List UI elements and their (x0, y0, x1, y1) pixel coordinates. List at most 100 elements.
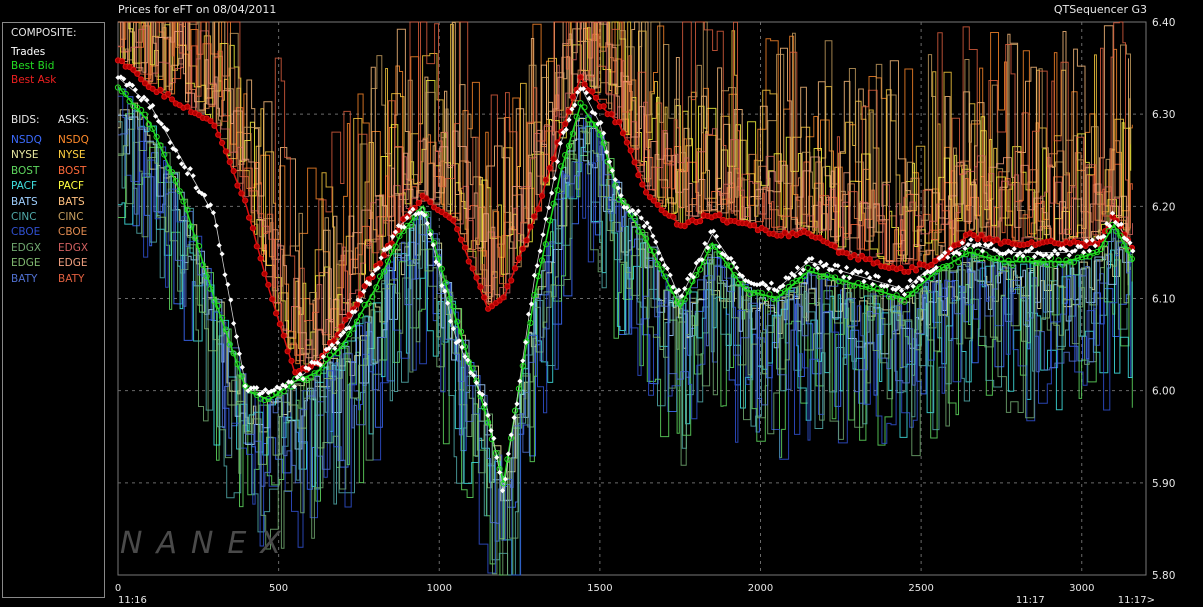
best-ask-point (458, 236, 465, 243)
nanex-watermark: NANEX (120, 526, 295, 561)
best-ask-point (249, 225, 256, 232)
best-ask-point (477, 284, 484, 291)
y-tick-label: 5.90 (1152, 478, 1175, 490)
best-ask-point (542, 176, 550, 183)
best-ask-point (851, 252, 858, 259)
best-ask-point (627, 147, 634, 154)
best-ask-point (118, 58, 126, 65)
best-ask-point (519, 245, 526, 252)
best-ask-point (415, 199, 422, 207)
best-ask-point (643, 189, 650, 196)
price-chart: 5.80 5.90 6.00 6.10 6.20 6.30 6.40 0 500 1000 1500… (115, 17, 1176, 606)
best-ask-point (619, 130, 627, 137)
best-ask-point (639, 181, 646, 188)
best-ask-point (866, 256, 873, 263)
best-ask-point (631, 159, 638, 166)
best-ask-point (527, 223, 534, 230)
y-tick-label: 6.10 (1152, 294, 1175, 306)
best-ask-point (342, 316, 349, 323)
best-ask-point (253, 243, 260, 250)
best-ask-point (465, 258, 472, 265)
best-ask-point (562, 120, 569, 128)
best-ask-point (550, 155, 557, 163)
x-tick-label: 1500 (587, 583, 612, 594)
x-tick-label: 0 (115, 583, 121, 594)
best-ask-point (716, 211, 723, 218)
best-ask-point (288, 357, 295, 364)
y-tick-label: 5.80 (1152, 570, 1175, 582)
best-ask-point (670, 213, 677, 220)
best-ask-point (273, 310, 280, 317)
y-tick-label: 6.30 (1152, 109, 1175, 121)
best-ask-point (535, 205, 542, 212)
best-ask-point (569, 93, 577, 101)
best-ask-point (450, 217, 457, 224)
best-ask-point (338, 323, 345, 330)
best-ask-point (222, 148, 229, 155)
best-ask-point (592, 94, 600, 101)
best-ask-point (512, 265, 519, 272)
best-ask-point (473, 274, 480, 281)
y-tick-label: 6.00 (1152, 386, 1175, 398)
x-tick-label: 1000 (427, 583, 452, 594)
best-ask-point (577, 74, 584, 81)
best-ask-point (257, 255, 264, 262)
best-ask-point (207, 117, 214, 125)
best-ask-point (238, 190, 245, 197)
best-ask-point (469, 265, 476, 272)
best-ask-point (531, 213, 538, 220)
best-ask-point (912, 267, 920, 274)
best-ask-point (377, 260, 384, 267)
best-ask-point (454, 226, 461, 233)
y-tick-label: 6.40 (1152, 17, 1175, 29)
x-tick-label: 2500 (908, 583, 933, 594)
x-tick-label: 2000 (748, 583, 773, 594)
best-ask-point (581, 81, 588, 88)
best-ask-point (504, 283, 511, 290)
best-ask-point (211, 122, 218, 129)
best-ask-point (481, 294, 488, 301)
best-ask-point (165, 91, 172, 98)
best-ask-point (831, 243, 839, 250)
best-ask-point (427, 199, 434, 206)
best-ask-point (234, 182, 241, 189)
best-ask-point (978, 232, 985, 239)
best-ask-point (616, 118, 623, 126)
best-ask-point (269, 296, 276, 303)
time-label: 11:17 (1016, 595, 1045, 606)
best-ask-point (184, 103, 191, 110)
best-ask-point (600, 103, 607, 110)
best-ask-point (242, 197, 249, 204)
best-ask-point (650, 197, 657, 204)
best-ask-point (538, 192, 546, 199)
best-ask-point (654, 201, 661, 208)
x-tick-label: 500 (269, 583, 288, 594)
best-ask-point (589, 88, 596, 95)
best-ask-point (523, 237, 530, 244)
best-ask-point (546, 164, 553, 171)
best-ask-point (500, 294, 507, 301)
x-tick-label: 3000 (1069, 583, 1094, 594)
best-ask-point (157, 86, 164, 94)
best-ask-point (280, 332, 287, 339)
y-tick-label: 6.20 (1152, 201, 1175, 213)
best-ask-point (697, 218, 704, 225)
best-ask-point (246, 214, 253, 221)
best-ask-point (515, 255, 523, 262)
best-ask-point (635, 172, 642, 179)
best-ask-point (265, 281, 272, 288)
best-ask-point (751, 222, 758, 229)
best-ask-point (905, 268, 912, 275)
best-ask-point (226, 158, 233, 166)
time-label: 11:16 (118, 595, 147, 606)
best-ask-point (215, 131, 222, 138)
best-ask-point (261, 270, 268, 277)
best-ask-point (134, 70, 141, 77)
best-ask-point (461, 244, 469, 251)
best-ask-point (284, 348, 291, 355)
best-ask-point (219, 139, 226, 146)
chart-window: Prices for eFT on 08/04/2011 QTSequencer… (0, 0, 1203, 607)
best-ask-point (608, 111, 615, 118)
best-ask-point (353, 301, 361, 308)
best-ask-point (508, 277, 515, 284)
